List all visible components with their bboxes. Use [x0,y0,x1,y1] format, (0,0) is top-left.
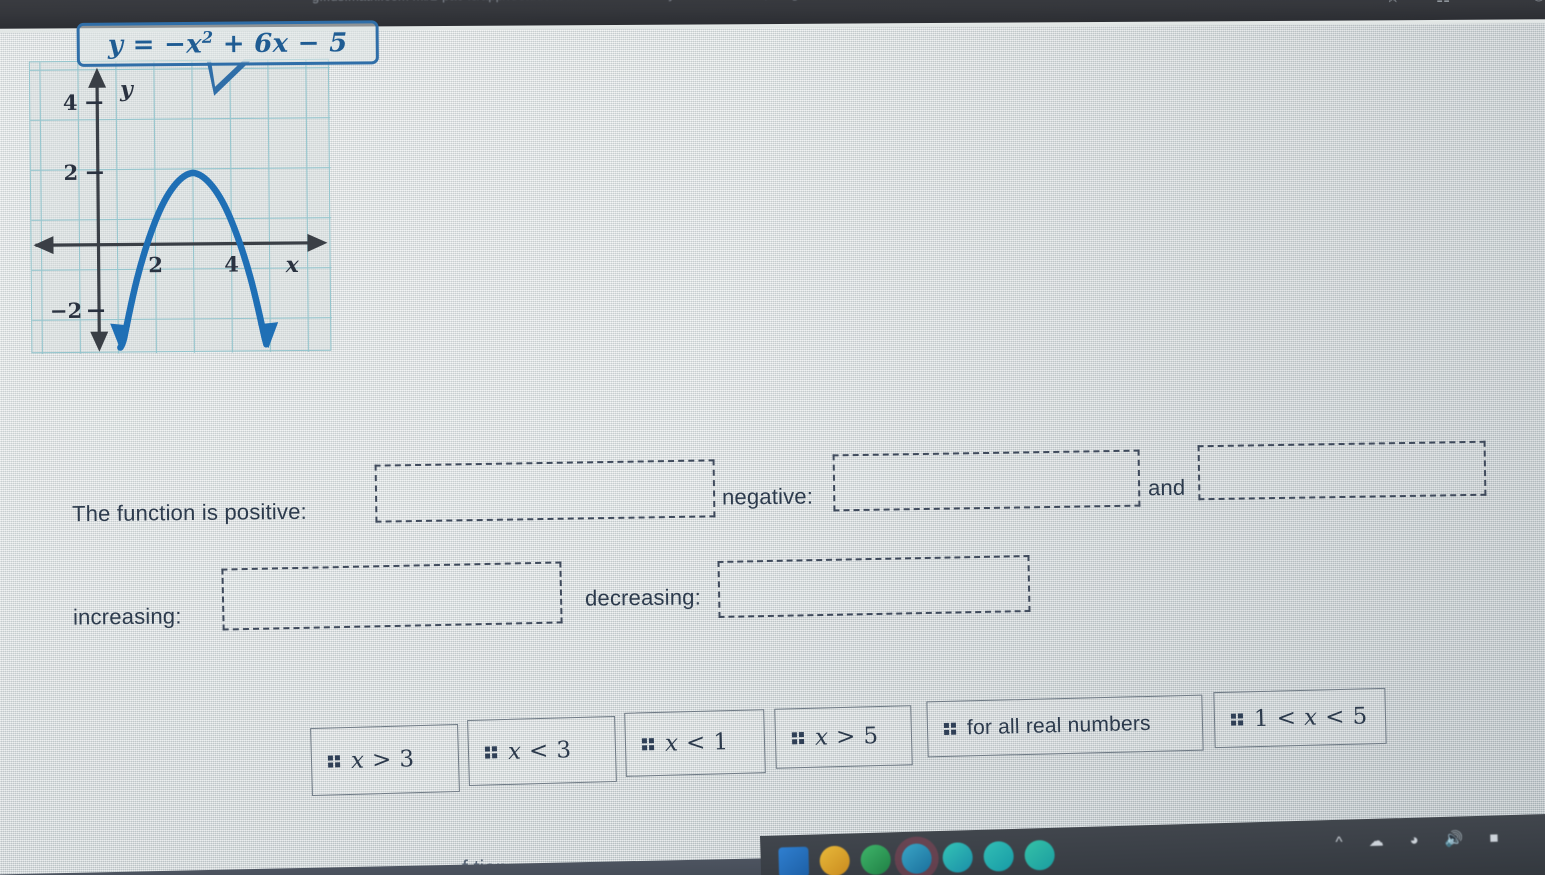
address-bar-url[interactable]: g...us.mathi.com mi/2-pac-ic/app/rt/stud… [312,0,1009,4]
equation-prefix: y = −x [107,29,203,61]
dropzone-decreasing[interactable] [717,555,1031,618]
dropzone-increasing[interactable] [221,561,563,631]
svg-text:−2: −2 [50,298,82,323]
cloud-icon[interactable]: ☁ [1368,832,1383,850]
answer-tile-x-less-3[interactable]: x < 3 [467,715,617,787]
drag-handle-icon[interactable] [791,732,805,745]
browser-toolbar-icons: ☆ ☵ ≡ ☉ [1386,0,1545,7]
windows-taskbar: ^ ☁ ◕ 🔊 ■ [760,812,1545,875]
favorites-icon[interactable]: ☆ [1386,0,1400,7]
label-increasing: increasing: [72,603,182,630]
battery-icon[interactable]: ■ [1489,829,1499,846]
taskbar-app-icon[interactable] [901,843,933,875]
equation-callout: y = −x2 + 6x − 5 [76,20,379,67]
collections-icon[interactable]: ☵ [1436,0,1450,7]
taskbar-app-icon[interactable] [983,840,1015,872]
tick-labels: 4 2 −2 2 4 [50,90,239,323]
coordinate-plane: 4 2 −2 2 4 y x [28,58,333,355]
taskbar-app-buttons [778,839,1056,875]
answer-tile-x-greater-3[interactable]: x > 3 [310,723,460,797]
taskbar-app-icon[interactable] [942,842,974,873]
answer-tile-label: x < 3 [507,737,572,765]
wifi-icon[interactable]: ◕ [1409,831,1419,848]
answer-tile-label: 1 < x < 5 [1253,703,1368,733]
answer-tile-label: x < 1 [664,729,729,757]
graph-svg: 4 2 −2 2 4 y x [29,59,333,355]
monitor-bottom-bezel [0,857,811,875]
taskbar-app-icon[interactable] [860,844,892,875]
svg-text:2: 2 [148,252,163,277]
label-negative: negative: [721,483,814,510]
equation-text: y = −x2 + 6x − 5 [108,27,348,61]
parabola-figure: 4 2 −2 2 4 y x y = −x2 + 6x − 5 [21,20,379,359]
label-and: and [1147,474,1186,501]
svg-text:2: 2 [63,160,78,185]
label-decreasing: decreasing: [584,584,702,611]
taskbar-app-icon[interactable] [819,845,851,875]
drag-handle-icon[interactable] [943,722,957,735]
dropzone-negative[interactable] [832,449,1141,512]
reading-list-icon[interactable]: ≡ [1486,0,1495,6]
profile-icon[interactable]: ☉ [1532,0,1545,6]
dropzone-negative-second[interactable] [1197,440,1487,501]
answer-tile-x-less-1[interactable]: x < 1 [624,709,766,777]
answer-tile-x-greater-5[interactable]: x > 5 [774,705,913,769]
equation-suffix: + 6x − 5 [213,28,348,60]
taskbar-app-icon[interactable] [1024,839,1056,871]
answer-tile-1-to-5[interactable]: 1 < x < 5 [1213,687,1387,749]
answer-tile-label: x > 5 [814,723,879,751]
dropzone-positive[interactable] [374,459,716,523]
svg-text:4: 4 [224,252,239,277]
taskbar-app-icon[interactable] [778,846,810,875]
svg-text:x: x [285,252,300,278]
drag-handle-icon[interactable] [1230,713,1244,726]
drag-handle-icon[interactable] [327,755,341,768]
svg-text:4: 4 [63,90,78,115]
volume-icon[interactable]: 🔊 [1444,829,1463,848]
answer-tile-all-real-numbers[interactable]: for all real numbers [926,694,1204,758]
system-tray: ^ ☁ ◕ 🔊 ■ [1335,828,1498,851]
answer-tile-label: for all real numbers [966,711,1151,740]
label-positive: The function is positive: [71,498,308,527]
photographed-screen: g...us.mathi.com mi/2-pac-ic/app/rt/stud… [0,0,1545,875]
equation-exponent: 2 [201,27,214,47]
svg-text:y: y [119,76,135,102]
drag-handle-icon[interactable] [484,746,498,759]
tick-marks [86,101,105,313]
drag-handle-icon[interactable] [641,738,655,751]
answer-tile-label: x > 3 [350,746,415,774]
chevron-up-icon[interactable]: ^ [1335,833,1343,850]
